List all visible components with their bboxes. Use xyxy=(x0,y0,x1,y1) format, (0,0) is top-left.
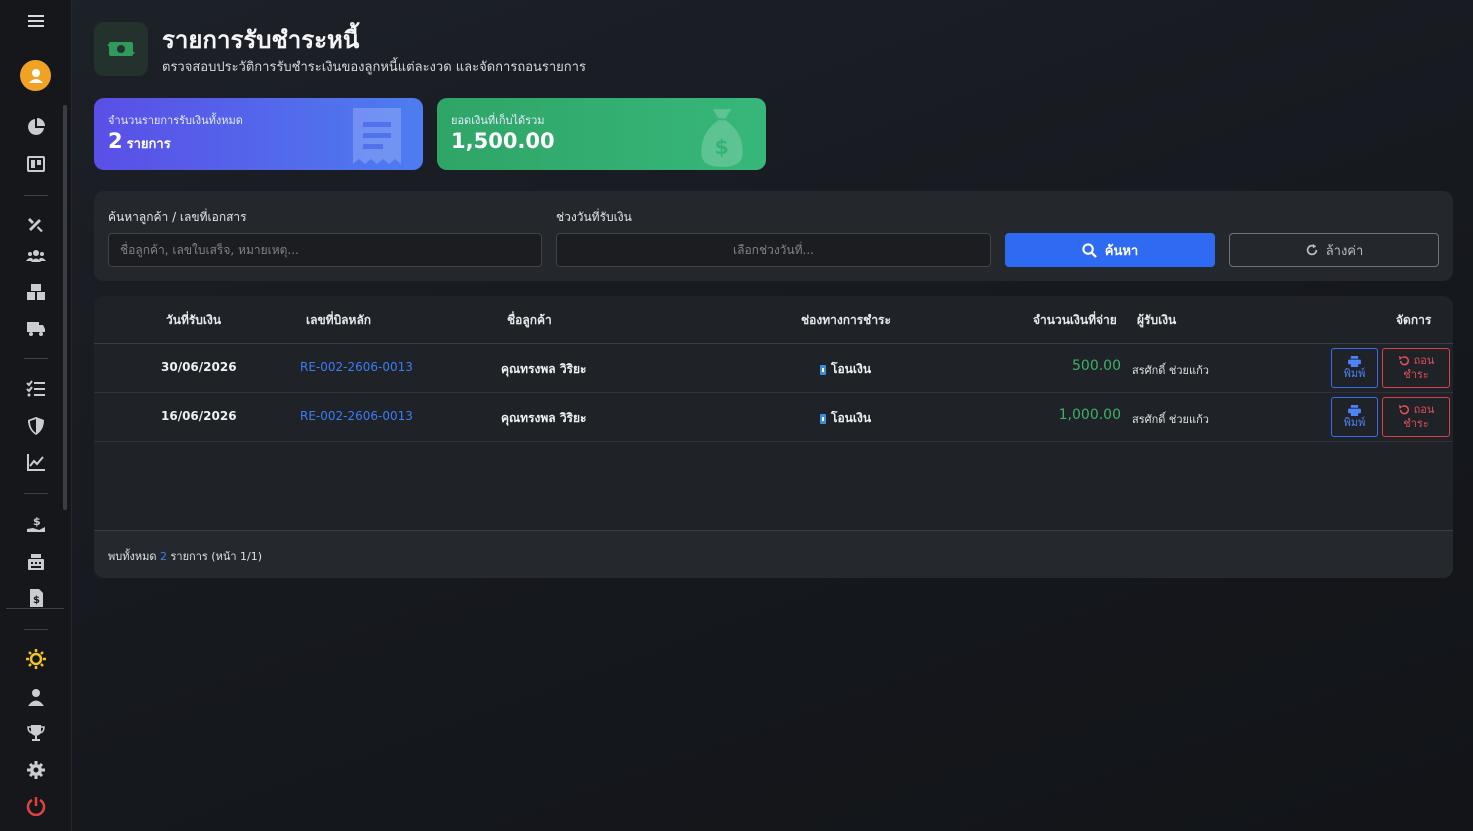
summary-suffix: รายการ (หน้า 1/1) xyxy=(170,550,263,563)
print-button[interactable]: พิมพ์ xyxy=(1331,397,1378,437)
filter-panel: ค้นหาลูกค้า / เลขที่เอกสาร ช่วงวันที่รับ… xyxy=(94,191,1453,281)
cell-channel-text: โอนเงิน xyxy=(831,362,872,376)
task-list-icon[interactable] xyxy=(24,377,48,401)
sidebar-divider xyxy=(24,358,48,359)
stat-total-label: ยอดเงินที่เก็บได้รวม xyxy=(451,114,545,127)
pagination-summary: พบทั้งหมด 2 รายการ (หน้า 1/1) xyxy=(108,547,262,565)
cell-customer: คุณทรงพล วิริยะ xyxy=(501,362,587,376)
col-amount: จำนวนเงินที่จ่าย xyxy=(1033,313,1117,327)
cell-date: 16/06/2026 xyxy=(161,409,237,423)
sidebar-divider xyxy=(6,608,64,609)
cell-channel: โอนเงิน xyxy=(820,360,871,379)
svg-text:$: $ xyxy=(715,135,729,159)
clear-button-label: ล้างค่า xyxy=(1325,242,1364,258)
print-button-label: พิมพ์ xyxy=(1343,367,1366,380)
revert-label-bottom: ชำระ xyxy=(1403,369,1429,381)
refresh-icon xyxy=(1306,243,1317,256)
cell-channel: โอนเงิน xyxy=(820,409,871,428)
payments-table: วันที่รับเงิน เลขที่บิลหลัก ชื่อลูกค้า ช… xyxy=(94,296,1453,578)
revert-label-top: ถอน xyxy=(1413,355,1435,367)
sidebar-divider xyxy=(24,493,48,494)
undo-icon xyxy=(1398,355,1409,366)
table-row: 16/06/2026 RE-002-2606-0013 คุณทรงพล วิร… xyxy=(94,393,1453,442)
user-tie-icon[interactable] xyxy=(24,685,48,709)
summary-count: 2 xyxy=(160,550,168,563)
revert-payment-button[interactable]: ถอน ชำระ xyxy=(1382,348,1450,388)
page-title: รายการรับชำระหนี้ xyxy=(162,26,360,54)
power-icon[interactable] xyxy=(24,794,48,818)
cell-receiver: สรศักดิ์ ช่วยแก้ว xyxy=(1132,364,1209,377)
search-button-label: ค้นหา xyxy=(1104,242,1139,258)
col-channel: ช่องทางการชำระ xyxy=(801,313,891,327)
truck-icon[interactable] xyxy=(24,316,48,340)
col-customer: ชื่อลูกค้า xyxy=(507,313,552,327)
table-header: วันที่รับเงิน เลขที่บิลหลัก ชื่อลูกค้า ช… xyxy=(94,296,1453,344)
sidebar-divider xyxy=(24,195,48,196)
stat-total-value: 1,500.00 xyxy=(451,129,555,153)
col-date: วันที่รับเงิน xyxy=(166,313,222,327)
users-group-icon[interactable] xyxy=(24,244,48,268)
search-button[interactable]: ค้นหา xyxy=(1005,233,1215,267)
avatar[interactable] xyxy=(20,60,51,91)
clear-button[interactable]: ล้างค่า xyxy=(1229,233,1439,267)
search-input[interactable] xyxy=(108,233,542,267)
col-receiver: ผู้รับเงิน xyxy=(1137,313,1177,327)
stat-card-total: ยอดเงินที่เก็บได้รวม 1,500.00 $ xyxy=(437,98,766,170)
invoice-icon[interactable]: $ xyxy=(24,586,48,610)
revert-label-bottom: ชำระ xyxy=(1403,418,1429,430)
printer-icon xyxy=(1348,404,1361,416)
revert-label-top: ถอน xyxy=(1413,404,1435,416)
svg-text:$: $ xyxy=(33,595,40,606)
cell-receiver: สรศักดิ์ ช่วยแก้ว xyxy=(1132,413,1209,426)
stat-count-label: จำนวนรายการรับเงินทั้งหมด xyxy=(108,114,243,127)
print-button-label: พิมพ์ xyxy=(1343,416,1366,429)
col-actions: จัดการ xyxy=(1396,313,1432,327)
money-bag-icon: $ xyxy=(694,104,750,170)
svg-text:$: $ xyxy=(33,515,41,528)
cash-register-icon[interactable] xyxy=(24,550,48,574)
cell-bill-link[interactable]: RE-002-2606-0013 xyxy=(300,409,413,423)
cell-channel-text: โอนเงิน xyxy=(831,411,872,425)
cell-amount: 500.00 xyxy=(1072,358,1121,374)
sidebar-scrollbar[interactable] xyxy=(63,105,67,510)
cell-customer: คุณทรงพล วิริยะ xyxy=(501,411,587,425)
print-button[interactable]: พิมพ์ xyxy=(1331,348,1378,388)
settings-sun-icon[interactable] xyxy=(24,647,48,671)
date-range-label: ช่วงวันที่รับเงิน xyxy=(556,210,632,224)
stat-count-unit: รายการ xyxy=(126,137,171,152)
cell-date: 30/06/2026 xyxy=(161,360,237,374)
stat-count-value: 2 รายการ xyxy=(108,129,171,154)
gear-icon[interactable] xyxy=(24,758,48,782)
undo-icon xyxy=(1398,404,1409,415)
col-bill: เลขที่บิลหลัก xyxy=(306,313,372,327)
mobile-payment-icon xyxy=(820,364,826,375)
cell-bill-link[interactable]: RE-002-2606-0013 xyxy=(300,360,413,374)
sidebar-divider xyxy=(24,629,48,630)
tools-icon[interactable] xyxy=(24,212,48,236)
boxes-icon[interactable] xyxy=(24,280,48,304)
stat-card-count: จำนวนรายการรับเงินทั้งหมด 2 รายการ xyxy=(94,98,423,170)
summary-prefix: พบทั้งหมด xyxy=(108,550,157,563)
trophy-icon[interactable] xyxy=(24,721,48,745)
search-label: ค้นหาลูกค้า / เลขที่เอกสาร xyxy=(108,210,247,224)
line-chart-icon[interactable] xyxy=(24,450,48,474)
menu-toggle-icon[interactable] xyxy=(24,9,48,33)
board-icon[interactable] xyxy=(24,152,48,176)
printer-icon xyxy=(1348,355,1361,367)
mobile-payment-icon xyxy=(820,413,826,424)
hand-money-icon[interactable]: $ xyxy=(24,513,48,537)
money-exchange-icon xyxy=(94,22,148,76)
date-range-input[interactable] xyxy=(556,233,991,267)
receipt-icon xyxy=(347,104,407,170)
cell-amount: 1,000.00 xyxy=(1058,407,1121,423)
pie-chart-icon[interactable] xyxy=(24,115,48,139)
stat-count-number: 2 xyxy=(108,129,123,153)
table-footer: พบทั้งหมด 2 รายการ (หน้า 1/1) xyxy=(94,530,1453,578)
page-subtitle: ตรวจสอบประวัติการรับชำระเงินของลูกหนี้แต… xyxy=(162,60,586,75)
sidebar: $ $ xyxy=(0,0,72,831)
table-row: 30/06/2026 RE-002-2606-0013 คุณทรงพล วิร… xyxy=(94,344,1453,393)
search-icon xyxy=(1082,242,1097,258)
revert-payment-button[interactable]: ถอน ชำระ xyxy=(1382,397,1450,437)
shield-icon[interactable] xyxy=(24,414,48,438)
